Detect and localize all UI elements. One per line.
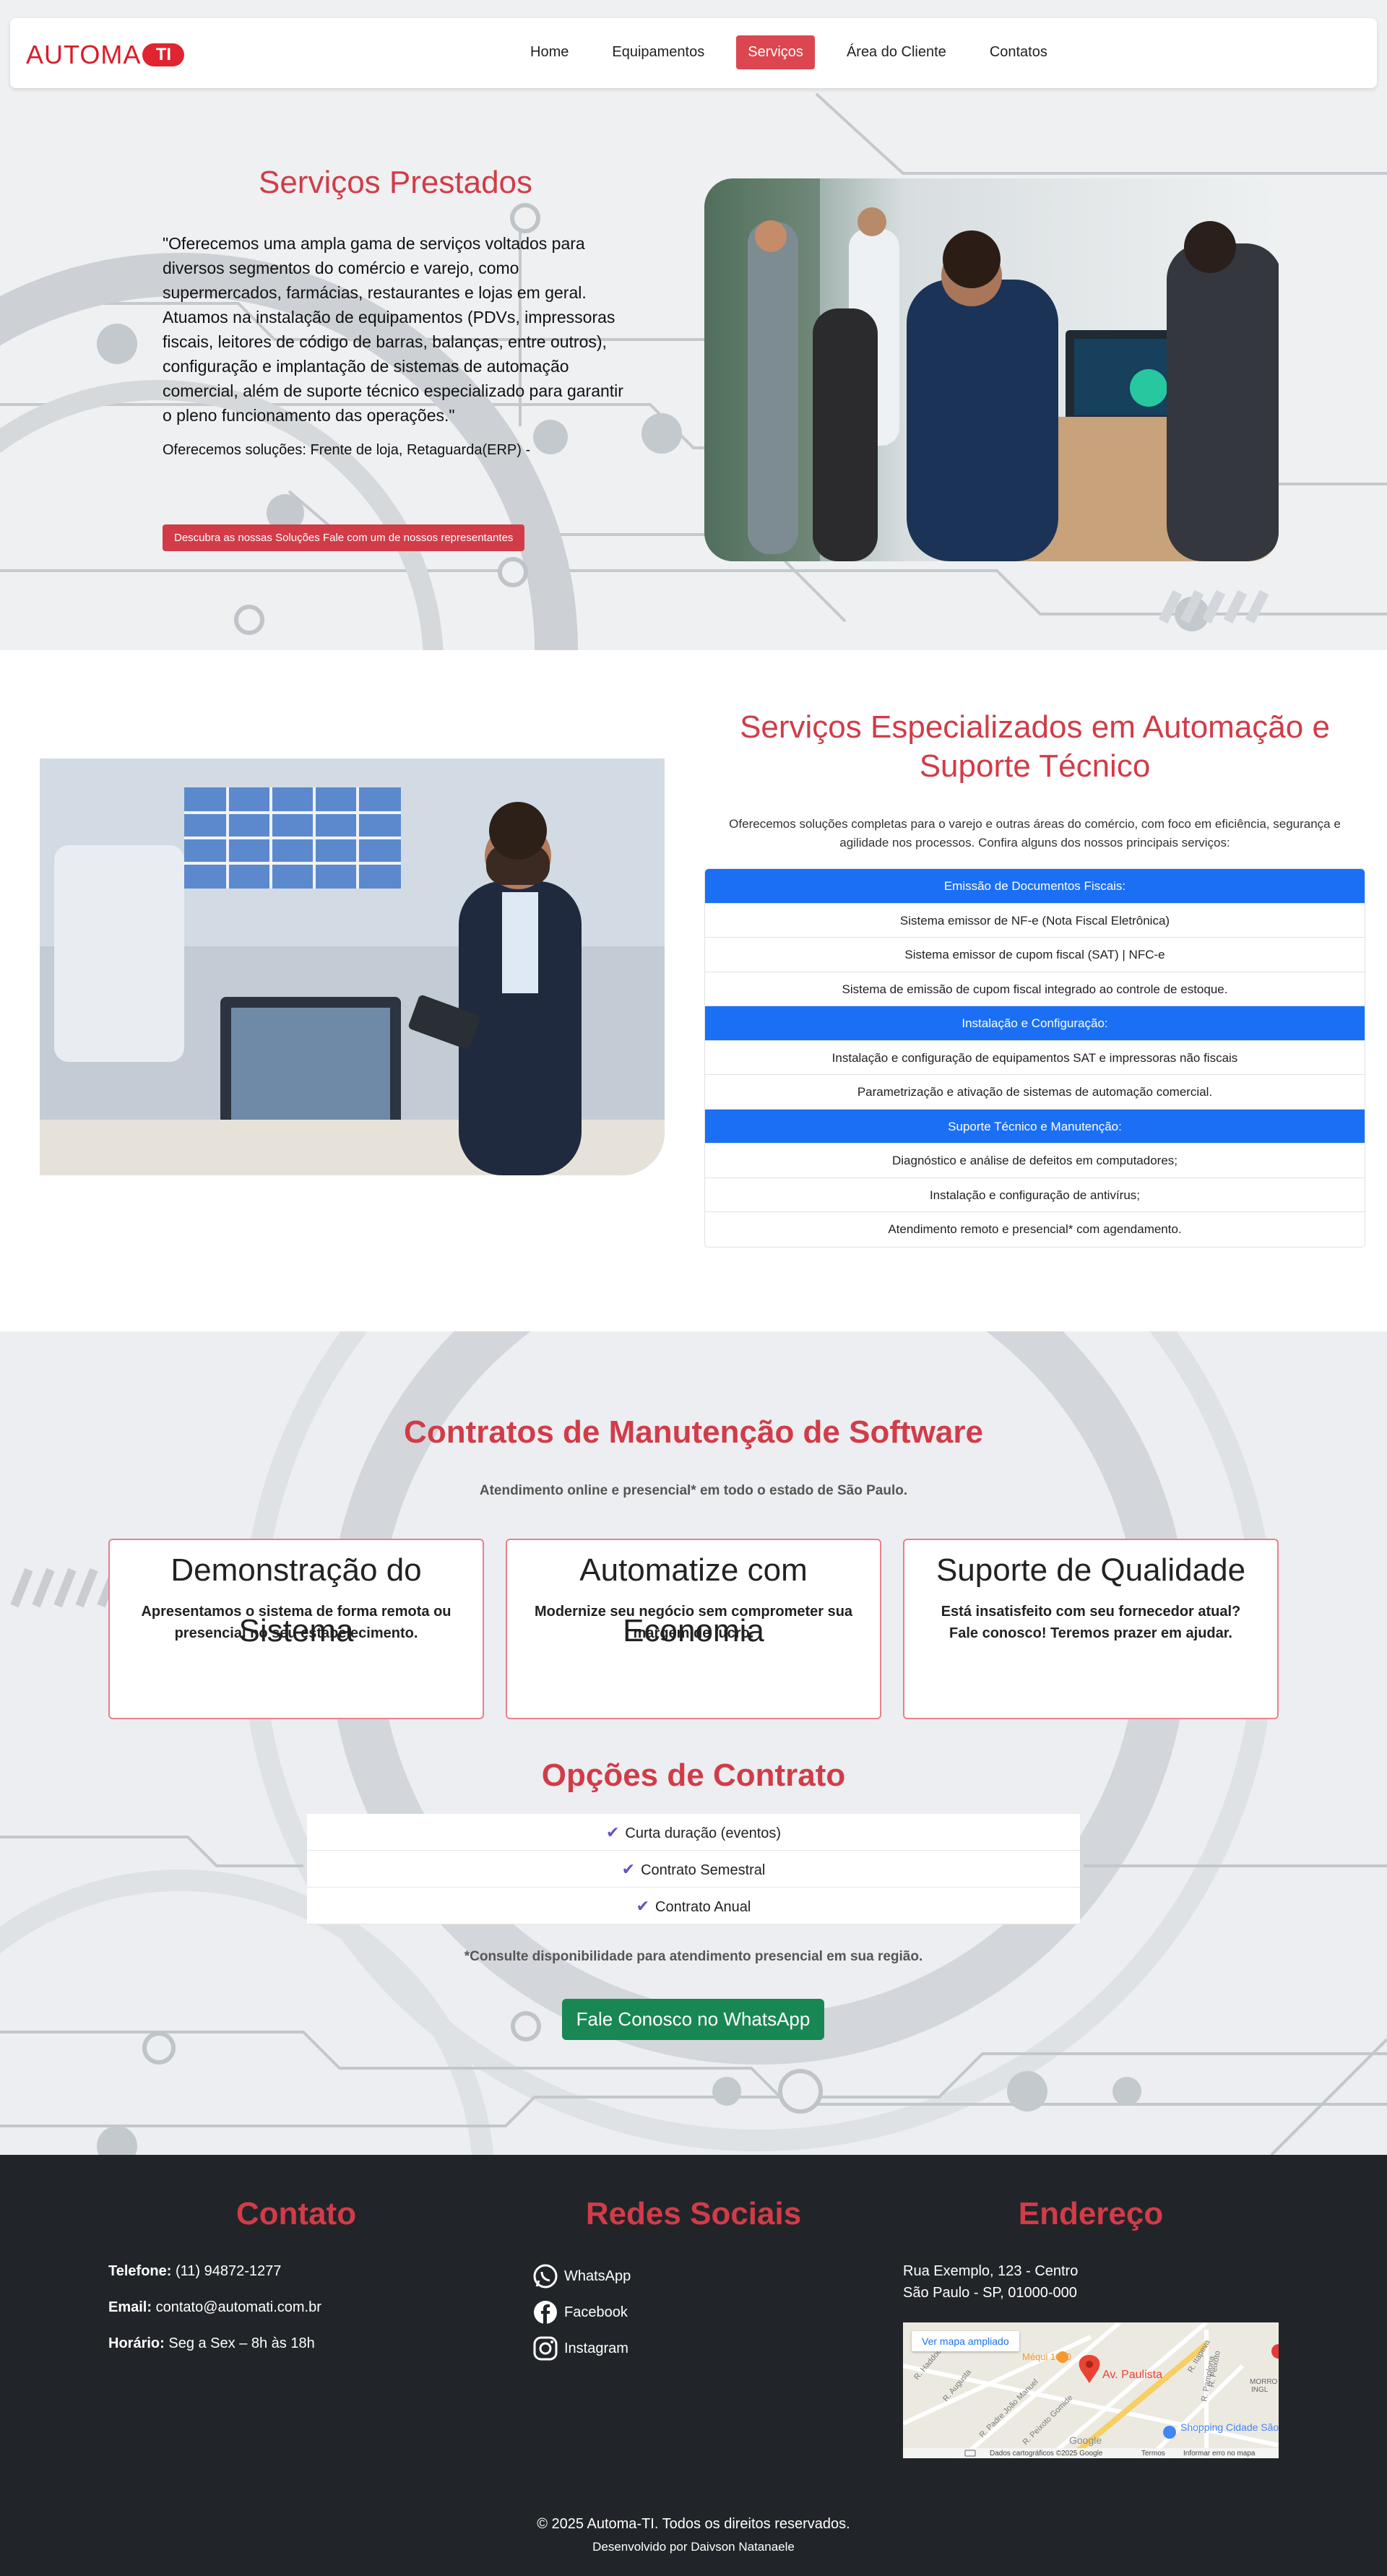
- social-facebook[interactable]: Facebook: [532, 2299, 628, 2325]
- list-item: Diagnóstico e análise de defeitos em com…: [705, 1144, 1365, 1178]
- contracts-title: Contratos de Manutenção de Software: [404, 1414, 983, 1450]
- hero-cta-button[interactable]: Descubra as nossas Soluções Fale com um …: [163, 524, 525, 551]
- email-line: Email: contato@automati.com.br: [108, 2299, 321, 2316]
- svg-text:Méqui 1000: Méqui 1000: [1022, 2351, 1071, 2362]
- contract-options-list: ✔ Curta duração (eventos) ✔ Contrato Semes…: [307, 1814, 1080, 1924]
- copyright: © 2025 Automa-TI. Todos os direitos rese…: [537, 2516, 850, 2532]
- list-item: ✔ Contrato Anual: [307, 1888, 1080, 1924]
- embedded-map[interactable]: R. Haddock R. Augusta R. Padre João Manu…: [903, 2322, 1279, 2458]
- logo[interactable]: AUTOMA TI: [26, 40, 185, 70]
- google-logo: Google: [1069, 2434, 1102, 2446]
- card-text: Está insatisfeito com seu fornecedor atu…: [941, 1604, 1241, 1641]
- card-demonstracao: Demonstração do Sistema Apresentamos o s…: [108, 1539, 484, 1719]
- map-poi-label: Shopping Cidade São Paulo: [1180, 2421, 1279, 2433]
- option-label: Contrato Semestral: [641, 1862, 766, 1878]
- availability-note: *Consulte disponibilidade para atendimen…: [464, 1949, 923, 1964]
- list-group-header: Suporte Técnico e Manutenção:: [705, 1109, 1365, 1144]
- services-list: Emissão de Documentos Fiscais: Sistema e…: [704, 868, 1365, 1248]
- card-title: Demonstração do Sistema: [170, 1552, 422, 1648]
- list-item: Sistema de emissão de cupom fiscal integ…: [705, 972, 1365, 1006]
- address-title: Endereço: [1018, 2196, 1164, 2231]
- address-line-2: São Paulo - SP, 01000-000: [903, 2285, 1077, 2301]
- hours-label: Horário:: [108, 2335, 165, 2351]
- social-instagram[interactable]: Instagram: [532, 2335, 628, 2361]
- map-report[interactable]: Informar erro no mapa: [1183, 2450, 1256, 2458]
- hero-title: Serviços Prestados: [258, 165, 533, 200]
- nav-home[interactable]: Home: [519, 35, 580, 69]
- card-text: Apresentamos o sistema de forma remota o…: [141, 1604, 451, 1641]
- contracts-subtitle: Atendimento online e presencial* em todo…: [479, 1483, 908, 1498]
- card-automatize: Automatize com Economia Modernize seu ne…: [506, 1539, 881, 1719]
- navbar: AUTOMA TI Home Equipamentos Serviços Áre…: [10, 18, 1377, 88]
- list-group-header: Emissão de Documentos Fiscais:: [705, 869, 1365, 904]
- specialized-intro: Oferecemos soluções completas para o var…: [729, 817, 1341, 850]
- email-label: Email:: [108, 2299, 152, 2315]
- list-item: Sistema emissor de cupom fiscal (SAT) | …: [705, 938, 1365, 972]
- contact-title: Contato: [236, 2196, 357, 2231]
- list-item: ✔ Contrato Semestral: [307, 1851, 1080, 1888]
- check-icon: ✔: [605, 1823, 620, 1841]
- specialized-title: Serviços Especializados em Automação e S…: [740, 709, 1330, 784]
- hero-description: "Oferecemos uma ampla gama de serviços v…: [163, 234, 623, 425]
- logo-badge: TI: [142, 43, 185, 66]
- check-icon: ✔: [636, 1897, 650, 1915]
- card-title: Automatize com Economia: [579, 1552, 808, 1648]
- phone-label: Telefone:: [108, 2263, 172, 2279]
- list-item: Parametrização e ativação de sistemas de…: [705, 1075, 1365, 1110]
- list-item: Instalação e configuração de equipamento…: [705, 1040, 1365, 1075]
- options-title: Opções de Contrato: [541, 1758, 846, 1793]
- list-item: Instalação e configuração de antivírus;: [705, 1177, 1365, 1212]
- automation-engineer-photo: [40, 758, 665, 1175]
- whatsapp-contact-button[interactable]: Fale Conosco no WhatsApp: [562, 1999, 824, 2040]
- nav-area-cliente[interactable]: Área do Cliente: [835, 35, 958, 69]
- contracts-section: Contratos de Manutenção de Software Aten…: [0, 1331, 1387, 2155]
- card-text: Modernize seu negócio sem comprometer su…: [534, 1604, 853, 1641]
- check-icon: ✔: [621, 1860, 636, 1878]
- list-group-header: Instalação e Configuração:: [705, 1006, 1365, 1041]
- facebook-icon: [534, 2301, 557, 2324]
- map-terms[interactable]: Termos: [1141, 2450, 1165, 2458]
- view-larger-map-link[interactable]: Ver mapa ampliado: [912, 2331, 1019, 2351]
- social-whatsapp[interactable]: WhatsApp: [532, 2263, 631, 2289]
- social-label: WhatsApp: [564, 2268, 631, 2284]
- whatsapp-icon: [533, 2264, 558, 2288]
- map-credits: Dados cartográficos ©2025 Google: [990, 2450, 1103, 2458]
- list-item: Atendimento remoto e presencial* com age…: [705, 1212, 1365, 1247]
- logo-text: AUTOMA: [26, 40, 142, 69]
- nav-servicos[interactable]: Serviços: [736, 35, 815, 69]
- social-label: Facebook: [564, 2304, 628, 2320]
- option-label: Contrato Anual: [655, 1899, 751, 1915]
- nav-menu: Home Equipamentos Serviços Área do Clien…: [509, 35, 1069, 69]
- instagram-icon: [533, 2336, 558, 2361]
- footer: Contato Redes Sociais Endereço Telefone:…: [0, 2155, 1387, 2576]
- hero-section: AUTOMA TI Home Equipamentos Serviços Áre…: [0, 0, 1387, 650]
- hours-line: Horário: Seg a Sex – 8h às 18h: [108, 2335, 315, 2352]
- office-team-photo: [704, 178, 1279, 561]
- svg-text:MORRO: MORRO: [1250, 2378, 1278, 2386]
- map-place-label: Av. Paulista: [1102, 2369, 1162, 2381]
- social-title: Redes Sociais: [585, 2196, 802, 2231]
- address-line-1: Rua Exemplo, 123 - Centro: [903, 2263, 1079, 2279]
- specialized-services-section: Serviços Especializados em Automação e S…: [0, 650, 1387, 1331]
- social-label: Instagram: [564, 2340, 628, 2356]
- nav-equipamentos[interactable]: Equipamentos: [600, 35, 716, 69]
- nav-contatos[interactable]: Contatos: [978, 35, 1059, 69]
- svg-text:INGL: INGL: [1251, 2386, 1269, 2394]
- email-address[interactable]: contato@automati.com.br: [156, 2299, 321, 2315]
- phone-line: Telefone: (11) 94872-1277: [108, 2263, 281, 2280]
- hours-value: Seg a Sex – 8h às 18h: [168, 2335, 315, 2351]
- list-item: Sistema emissor de NF-e (Nota Fiscal Ele…: [705, 903, 1365, 938]
- card-title: Suporte de Qualidade: [936, 1552, 1246, 1588]
- hero-solutions: Oferecemos soluções: Frente de loja, Ret…: [163, 442, 531, 458]
- card-suporte: Suporte de Qualidade Está insatisfeito c…: [903, 1539, 1279, 1719]
- option-label: Curta duração (eventos): [625, 1825, 782, 1841]
- list-item: ✔ Curta duração (eventos): [307, 1814, 1080, 1851]
- phone-number[interactable]: (11) 94872-1277: [176, 2263, 281, 2279]
- developer-credit: Desenvolvido por Daivson Natanaele: [592, 2540, 795, 2554]
